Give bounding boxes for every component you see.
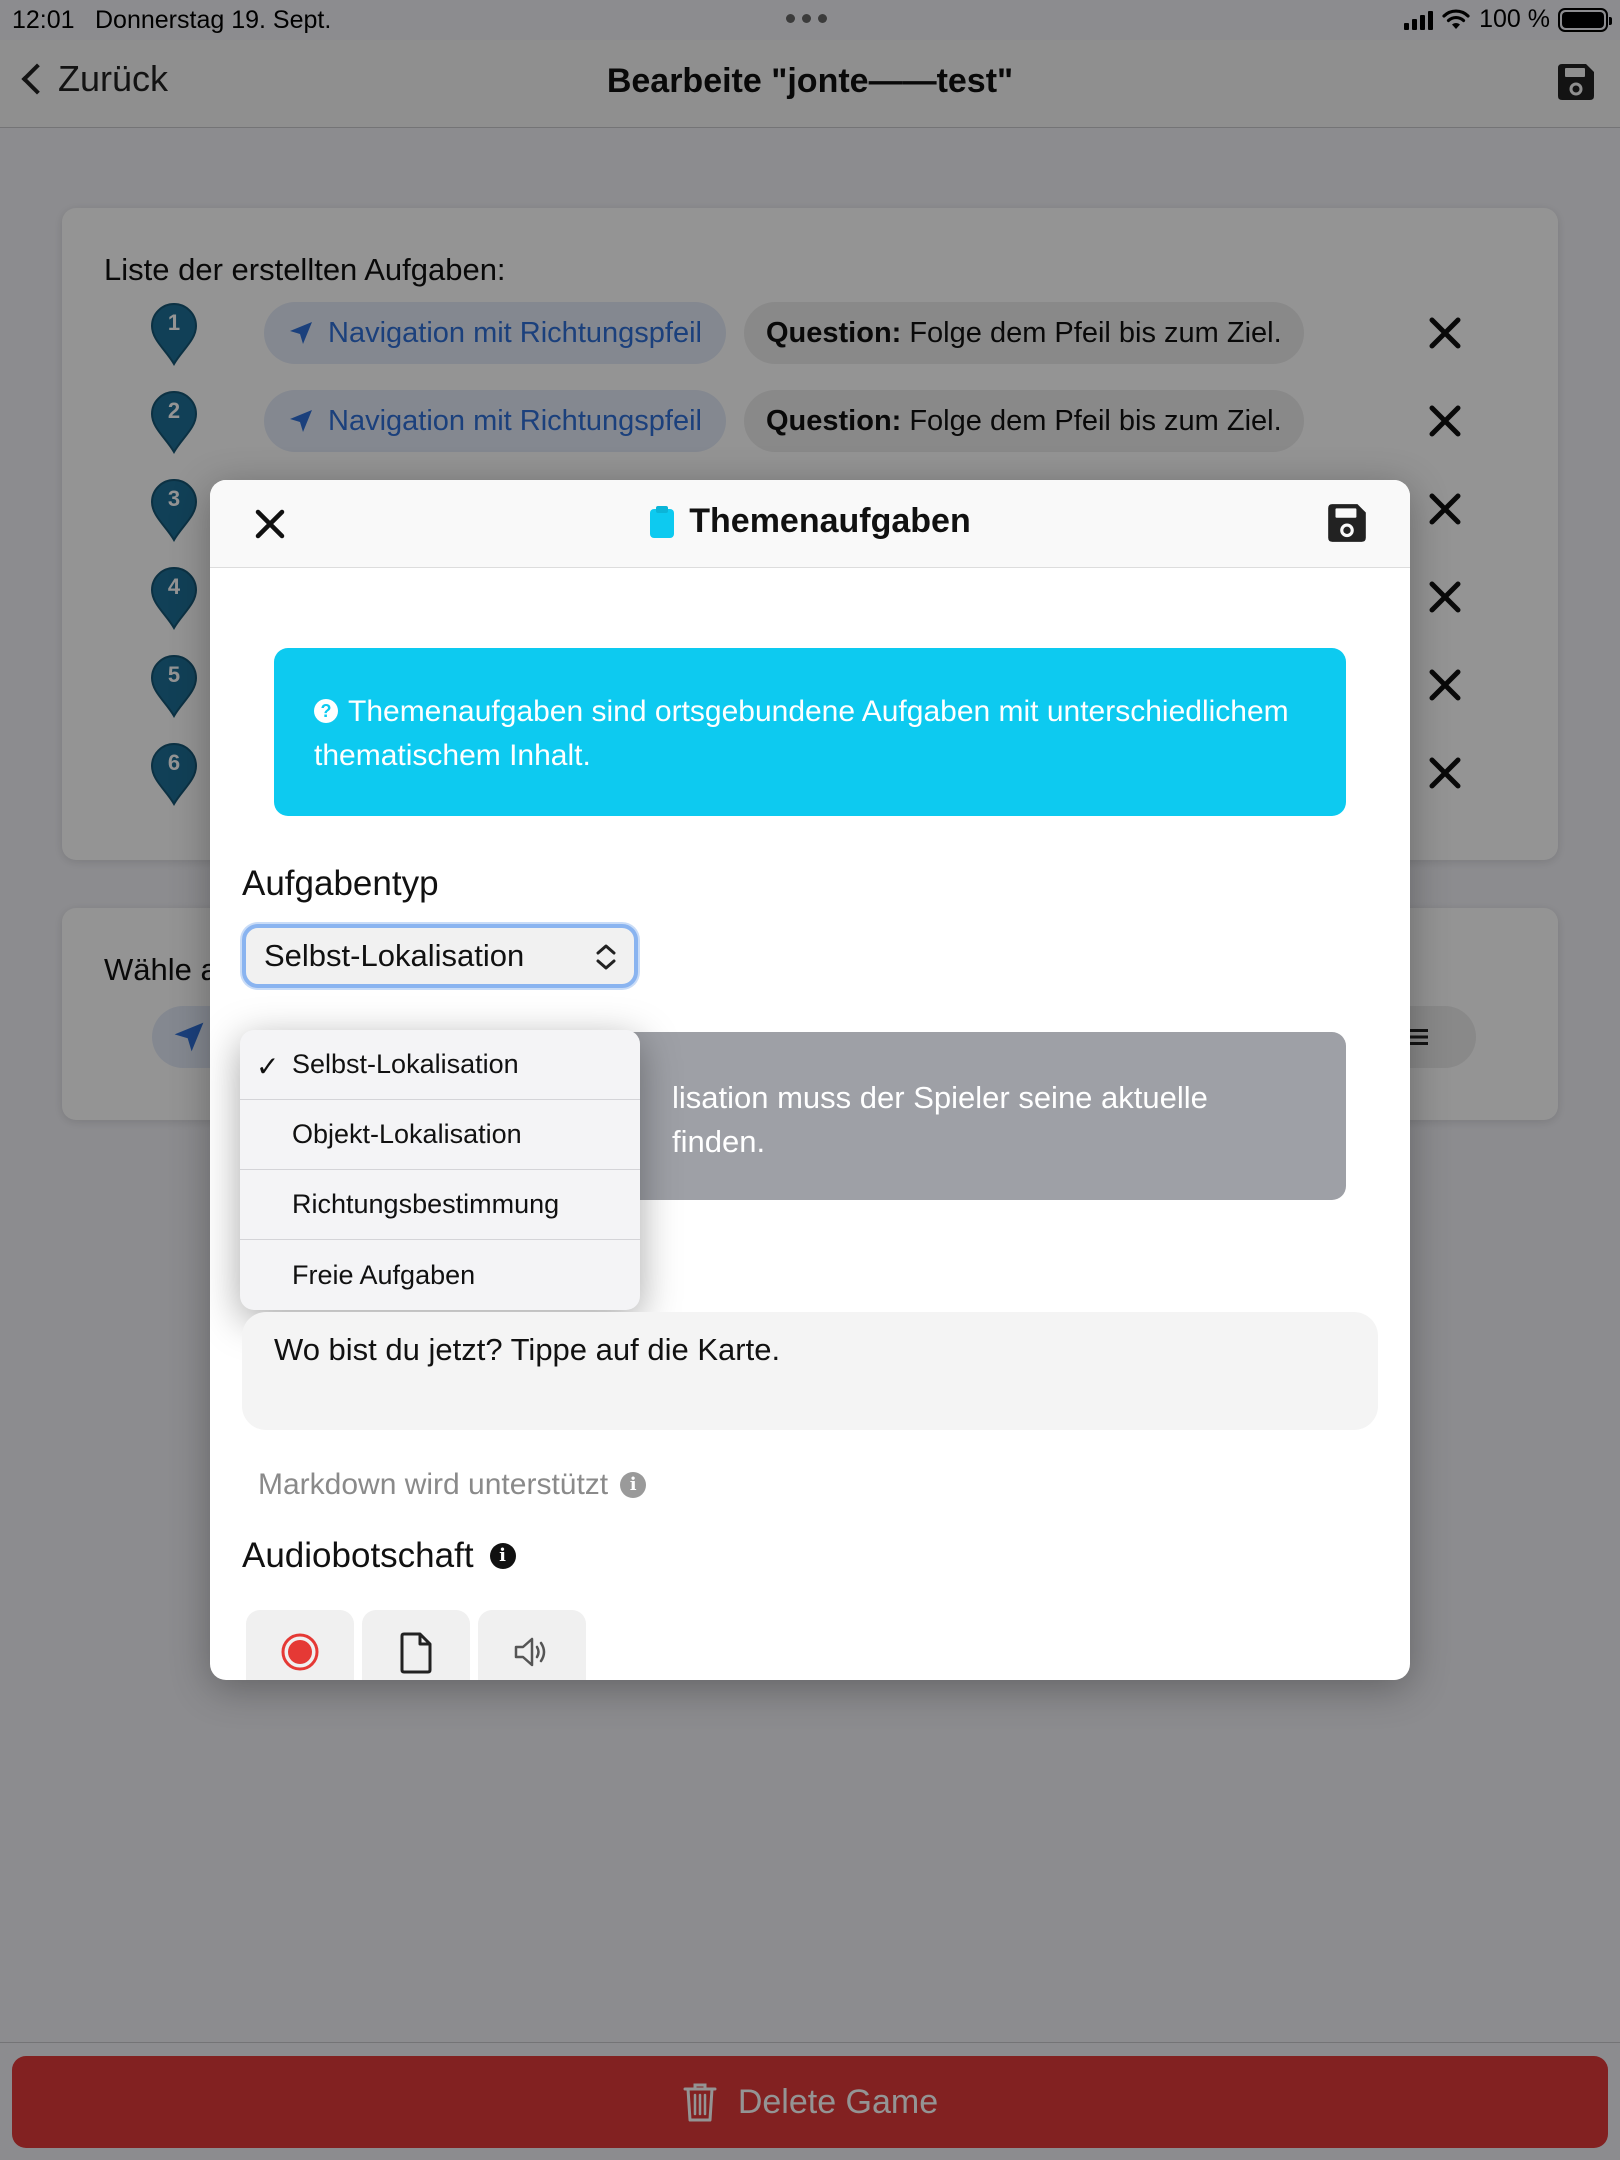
info-icon[interactable]: i	[489, 1543, 516, 1569]
option-label: Richtungsbestimmung	[292, 1189, 560, 1219]
markdown-hint-text: Markdown wird unterstützt	[258, 1468, 609, 1501]
option-label: Freie Aufgaben	[292, 1259, 476, 1290]
themenaufgaben-modal: Themenaufgaben ? Themenaufgaben sind orts…	[210, 480, 1410, 1680]
audio-label-text: Audiobotschaft	[242, 1536, 474, 1575]
modal-header: Themenaufgaben	[210, 480, 1410, 568]
question-circle-icon: ?	[314, 699, 338, 723]
dropdown-option[interactable]: ✓ Selbst-Lokalisation	[240, 1030, 640, 1100]
dropdown-option[interactable]: Richtungsbestimmung	[240, 1170, 640, 1240]
play-audio-button[interactable]	[478, 1610, 586, 1680]
dropdown-option[interactable]: Objekt-Lokalisation	[240, 1100, 640, 1170]
dropdown-option[interactable]: Freie Aufgaben	[240, 1240, 640, 1310]
description-line-2: finden.	[672, 1124, 766, 1159]
task-type-label: Aufgabentyp	[242, 864, 439, 903]
task-type-selected-value: Selbst-Lokalisation	[264, 938, 525, 973]
chevron-up-down-icon	[596, 944, 616, 970]
modal-title-text: Themenaufgaben	[689, 502, 971, 540]
file-icon	[400, 1632, 432, 1674]
info-text: Themenaufgaben sind ortsgebundene Aufgab…	[314, 695, 1289, 772]
modal-save-button[interactable]	[1324, 500, 1370, 551]
upload-file-button[interactable]	[362, 1610, 470, 1680]
floppy-disk-icon	[1328, 504, 1366, 542]
info-alert: ? Themenaufgaben sind ortsgebundene Aufga…	[274, 648, 1346, 816]
checkmark-icon: ✓	[256, 1051, 280, 1082]
description-line-1: lisation muss der Spieler seine aktuelle	[672, 1080, 1208, 1115]
markdown-hint: Markdown wird unterstützt i	[258, 1468, 647, 1502]
question-textarea-value: Wo bist du jetzt? Tippe auf die Karte.	[274, 1332, 781, 1367]
clipboard-icon	[650, 505, 675, 538]
task-type-dropdown: ✓ Selbst-Lokalisation Objekt-Lokalisatio…	[240, 1030, 640, 1310]
option-label: Objekt-Lokalisation	[292, 1119, 522, 1149]
audio-section-label: Audiobotschaft i	[242, 1536, 516, 1576]
question-textarea[interactable]: Wo bist du jetzt? Tippe auf die Karte.	[242, 1312, 1378, 1430]
modal-title: Themenaufgaben	[210, 502, 1410, 541]
task-type-select[interactable]: Selbst-Lokalisation	[242, 924, 638, 988]
info-icon[interactable]: i	[620, 1472, 647, 1498]
speaker-icon	[514, 1637, 546, 1667]
record-button[interactable]	[246, 1610, 354, 1680]
option-label: Selbst-Lokalisation	[292, 1049, 519, 1079]
record-icon	[281, 1633, 319, 1671]
